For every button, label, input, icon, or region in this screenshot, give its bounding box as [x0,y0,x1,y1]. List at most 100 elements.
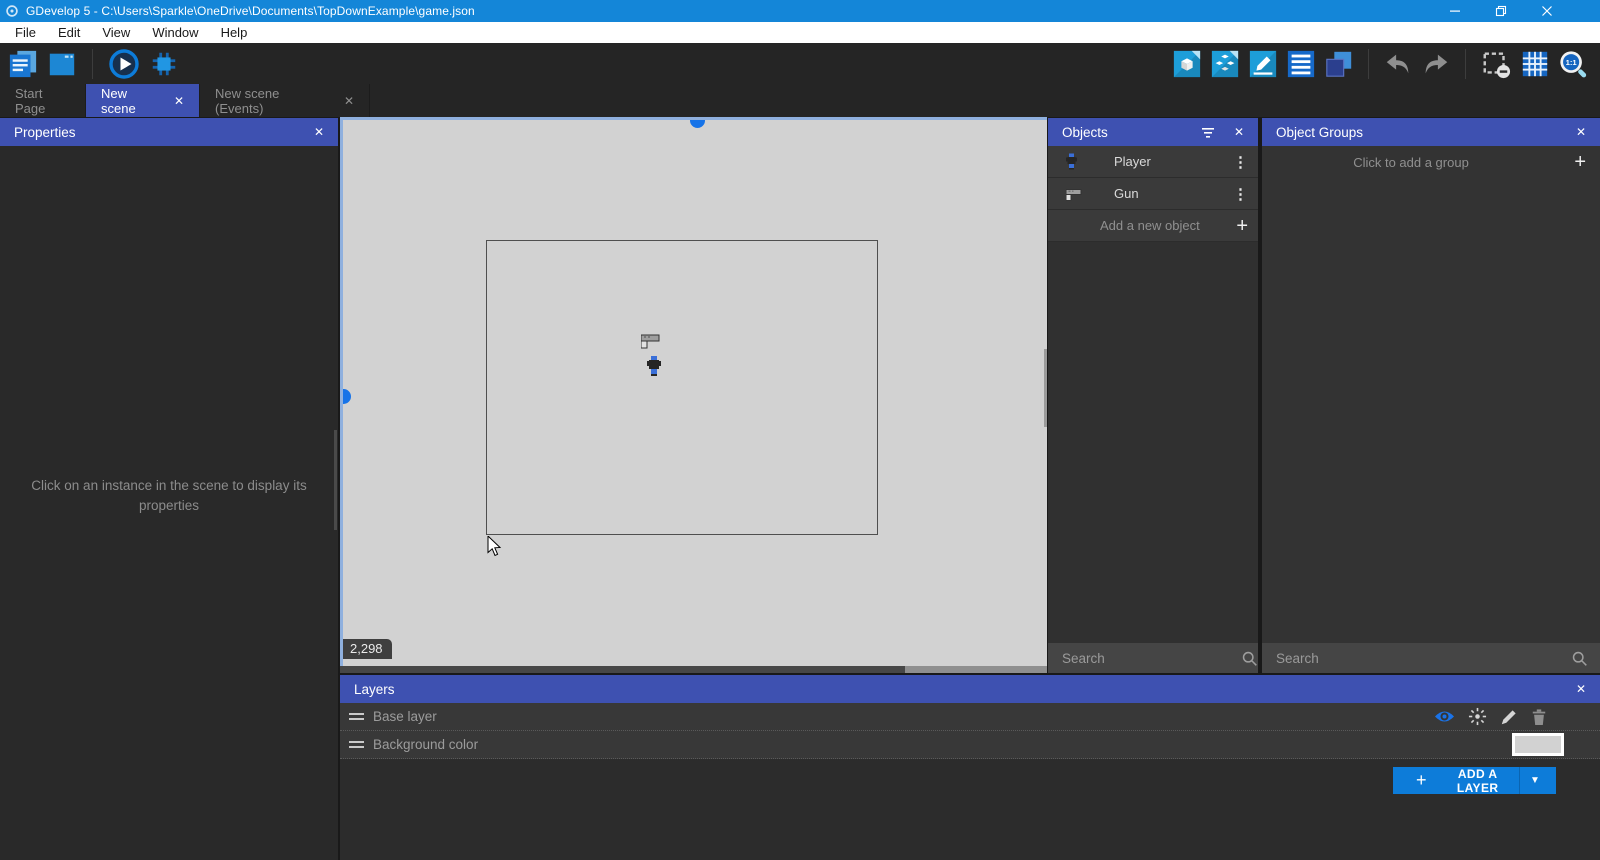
add-object-label: Add a new object [1100,218,1200,233]
menu-file[interactable]: File [4,25,47,40]
layer-effects-icon[interactable] [1468,707,1487,726]
close-objects-panel-icon[interactable]: ✕ [1234,125,1244,139]
toggle-instances-list-icon[interactable] [1286,49,1316,79]
close-tab-icon[interactable]: ✕ [344,94,354,108]
objects-search-bar [1048,643,1258,673]
close-tab-icon[interactable]: ✕ [174,94,184,108]
close-layers-panel-icon[interactable]: ✕ [1576,682,1586,696]
zoom-one-to-one-icon[interactable]: 1:1 [1558,49,1588,79]
layer-name: Background color [373,737,479,752]
properties-panel-title: Properties [14,124,76,140]
toggle-properties-panel-icon[interactable] [1248,49,1278,79]
toggle-object-groups-panel-icon[interactable] [1210,49,1240,79]
title-bar: GDevelop 5 - C:\Users\Sparkle\OneDrive\D… [0,0,1600,22]
player-thumbnail-icon [1066,153,1077,170]
undo-icon[interactable] [1383,49,1413,79]
tab-new-scene[interactable]: New scene ✕ [86,84,200,117]
object-menu-kebab-icon[interactable]: ⋮ [1233,153,1248,171]
close-object-groups-icon[interactable]: ✕ [1576,125,1586,139]
objects-panel-title: Objects [1062,124,1108,140]
search-icon [1571,650,1588,667]
tab-label: Start Page [15,85,46,116]
toggle-layers-panel-icon[interactable] [1324,49,1354,79]
groups-search-bar [1262,643,1600,673]
layer-edit-pencil-icon[interactable] [1500,708,1518,726]
drag-handle-icon[interactable] [349,713,364,720]
project-manager-icon[interactable] [8,49,38,79]
scroll-handle-left[interactable] [343,389,351,404]
drag-handle-icon[interactable] [349,741,364,748]
objects-panel: Objects ✕ Player ⋮ Gun ⋮ Add a new objec… [1048,118,1258,673]
objects-search-input[interactable] [1048,649,1241,667]
menu-view[interactable]: View [91,25,141,40]
objects-panel-header: Objects ✕ [1048,118,1258,146]
horizontal-scroll-thumb[interactable] [905,666,1047,673]
tab-start-page[interactable]: Start Page [0,84,86,117]
layer-row-base[interactable]: Base layer [340,703,1600,731]
gdevelop-logo-icon [5,4,19,18]
clear-selection-mask-icon[interactable] [1480,49,1512,79]
close-properties-icon[interactable]: ✕ [314,125,324,139]
add-new-object-row[interactable]: Add a new object + [1048,210,1258,242]
layer-row-background-color[interactable]: Background color [340,731,1600,759]
editor-tab-bar: Start Page New scene ✕ New scene (Events… [0,84,1600,117]
properties-panel: Properties ✕ Click on an instance in the… [0,118,338,860]
main-toolbar: 1:1 [0,43,1600,84]
object-groups-panel: Object Groups ✕ Click to add a group + [1262,118,1600,673]
add-group-label: Click to add a group [1353,154,1469,170]
add-group-plus-icon[interactable]: + [1574,152,1586,172]
preview-play-button[interactable] [108,48,140,80]
tab-new-scene-events[interactable]: New scene (Events) ✕ [200,84,370,117]
toolbar-separator [92,48,93,79]
add-object-plus-icon[interactable]: + [1236,216,1248,236]
toolbar-separator [1368,48,1369,79]
minimize-button[interactable] [1432,0,1478,22]
object-row-gun[interactable]: Gun ⋮ [1048,178,1258,210]
search-icon [1241,650,1258,667]
canvas-horizontal-scrollbar[interactable] [340,666,1047,673]
tab-label: New scene [101,85,136,116]
layer-visibility-eye-icon[interactable] [1434,709,1455,724]
scene-window-icon[interactable] [47,49,77,79]
filter-icon[interactable] [1201,125,1215,139]
add-layer-plus-icon: + [1416,770,1427,790]
menu-window[interactable]: Window [141,25,209,40]
restore-button[interactable] [1478,0,1524,22]
menu-edit[interactable]: Edit [47,25,91,40]
properties-panel-header: Properties ✕ [0,118,338,146]
add-layer-label: ADD A LAYER [1456,766,1499,795]
gun-instance[interactable] [640,332,660,354]
window-controls [1432,0,1570,22]
grid-icon[interactable] [1520,49,1550,79]
scroll-handle-top[interactable] [690,120,705,128]
object-groups-panel-header: Object Groups ✕ [1262,118,1600,146]
groups-search-input[interactable] [1262,649,1571,667]
add-group-row[interactable]: Click to add a group + [1262,146,1600,178]
menu-bar: File Edit View Window Help [0,22,1600,43]
menu-help[interactable]: Help [210,25,259,40]
toggle-objects-panel-icon[interactable] [1172,49,1202,79]
gun-thumbnail-icon [1066,187,1082,201]
player-instance[interactable] [647,356,661,381]
layers-panel: Layers ✕ Base layer Background color + A [340,675,1600,860]
layer-delete-trash-icon[interactable] [1531,708,1547,726]
add-a-layer-button[interactable]: + ADD A LAYER ▼ [1393,766,1556,795]
object-name: Player [1114,154,1151,169]
debugger-icon[interactable] [149,49,179,79]
layers-panel-title: Layers [354,681,395,697]
object-menu-kebab-icon[interactable]: ⋮ [1233,185,1248,203]
add-layer-dropdown-caret-icon[interactable]: ▼ [1518,767,1550,794]
background-color-swatch[interactable] [1512,733,1564,756]
properties-empty-message: Click on an instance in the scene to dis… [31,478,307,513]
object-groups-panel-title: Object Groups [1276,124,1364,140]
layers-panel-header: Layers ✕ [340,675,1600,703]
scene-canvas[interactable]: 2,298 [340,117,1047,673]
layer-name: Base layer [373,709,437,724]
svg-text:1:1: 1:1 [1566,58,1578,67]
properties-scrollbar[interactable] [334,430,337,530]
object-row-player[interactable]: Player ⋮ [1048,146,1258,178]
toolbar-separator [1465,48,1466,79]
close-window-button[interactable] [1524,0,1570,22]
canvas-vertical-scroll-thumb[interactable] [1044,349,1047,427]
redo-icon[interactable] [1421,49,1451,79]
